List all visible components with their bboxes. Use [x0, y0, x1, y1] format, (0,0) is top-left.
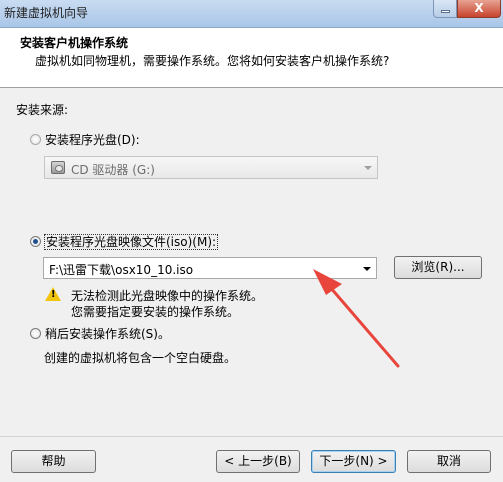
- back-button[interactable]: < 上一步(B): [216, 450, 300, 473]
- annotation-arrow-shaft: [328, 285, 400, 368]
- footer-divider: [0, 436, 503, 437]
- annotation-arrow-head: [313, 269, 342, 295]
- help-button[interactable]: 帮助: [11, 450, 96, 473]
- next-button[interactable]: 下一步(N) >: [311, 450, 396, 473]
- new-vm-wizard-window: 新建虚拟机向导 X 安装客户机操作系统 虚拟机如同物理机，需要操作系统。您将如何…: [0, 0, 503, 482]
- annotation-arrow: [313, 269, 400, 368]
- cancel-button[interactable]: 取消: [407, 450, 491, 473]
